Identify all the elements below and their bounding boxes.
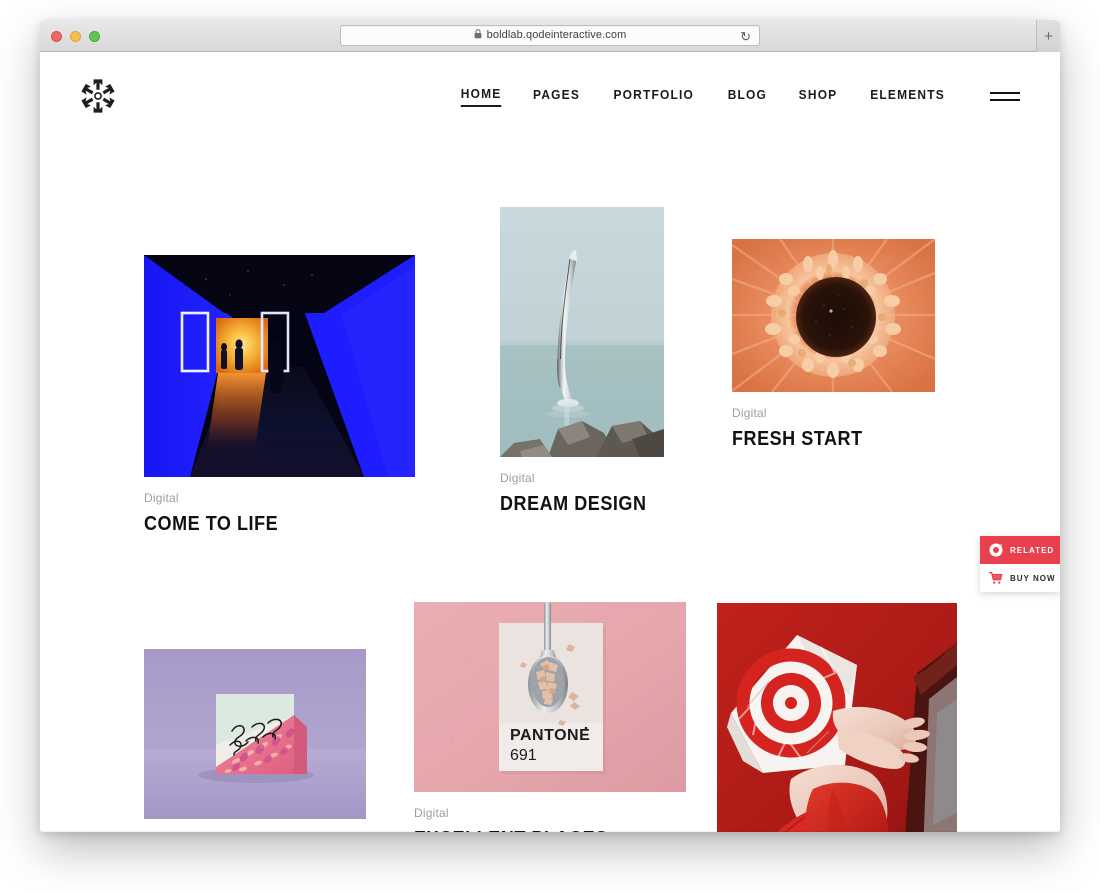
zoom-window-button[interactable]: [89, 31, 100, 42]
window-traffic-lights: [51, 31, 100, 42]
portfolio-title[interactable]: DREAM DESIGN: [500, 491, 648, 518]
pantone-691-spoon-pink-salt-image[interactable]: PANTONE 691: [414, 602, 686, 792]
portfolio-item-excellent-places[interactable]: PANTONE 691 Digital EXCELLENT PLA: [414, 602, 686, 832]
nav-item-shop[interactable]: SHOP: [798, 87, 837, 106]
reload-icon[interactable]: ↻: [740, 29, 751, 44]
portfolio-category: Digital: [500, 471, 535, 485]
related-button[interactable]: RELATED: [980, 536, 1060, 564]
portfolio-item-plan-the-highlife[interactable]: Digital PLAN THE HIGHLIFE: [144, 649, 366, 832]
portfolio-item-come-to-life[interactable]: Digital COME TO LIFE: [144, 255, 415, 538]
portfolio-item-fresh-start[interactable]: Digital FRESH START: [732, 239, 935, 453]
portfolio-item-red-target[interactable]: [717, 603, 957, 832]
hamburger-menu-icon[interactable]: [990, 88, 1020, 104]
website-viewport: HOME PAGES PORTFOLIO BLOG SHOP ELEMENTS: [40, 52, 1060, 832]
main-navigation: HOME PAGES PORTFOLIO BLOG SHOP ELEMENTS: [459, 86, 1020, 107]
url-text-wrap: boldlab.qodeinteractive.com: [474, 29, 627, 42]
buy-now-button[interactable]: BUY NOW: [980, 564, 1060, 592]
buy-now-label: BUY NOW: [1010, 573, 1056, 583]
blue-corridor-light-installation-image[interactable]: [144, 255, 415, 477]
side-sticky-widget: RELATED BUY NOW: [980, 536, 1060, 592]
nav-item-pages[interactable]: PAGES: [533, 87, 580, 106]
new-tab-button[interactable]: +: [1036, 20, 1060, 52]
portfolio-category: Digital: [144, 491, 179, 505]
record-target-icon: [989, 543, 1003, 557]
portfolio-title[interactable]: FRESH START: [732, 426, 915, 453]
lock-icon: [474, 29, 482, 42]
portfolio-caption: Digital FRESH START: [732, 392, 935, 453]
portfolio-category: Digital: [732, 406, 767, 420]
address-bar[interactable]: boldlab.qodeinteractive.com ↻: [340, 25, 760, 46]
nav-item-home[interactable]: HOME: [460, 86, 502, 107]
nav-item-elements[interactable]: ELEMENTS: [870, 87, 945, 106]
url-value: boldlab.qodeinteractive.com: [486, 29, 627, 41]
boldlab-snowflake-logo[interactable]: [78, 76, 118, 116]
portfolio-title[interactable]: COME TO LIFE: [144, 511, 388, 538]
screenshot-stage: boldlab.qodeinteractive.com ↻ + HOME PAG…: [0, 0, 1100, 894]
site-header: HOME PAGES PORTFOLIO BLOG SHOP ELEMENTS: [40, 52, 1060, 140]
nav-item-blog[interactable]: BLOG: [728, 87, 767, 106]
red-target-bag-portrait-image[interactable]: [717, 603, 957, 832]
svg-text:PANTONE: PANTONE: [510, 727, 590, 744]
snowflake-icon: [81, 79, 115, 113]
svg-text:691: 691: [510, 747, 537, 764]
browser-window: boldlab.qodeinteractive.com ↻ + HOME PAG…: [40, 20, 1060, 832]
portfolio-category: Digital: [414, 806, 449, 820]
viewport-bottom-edge: [40, 831, 1060, 832]
portfolio-caption: Digital COME TO LIFE: [144, 477, 415, 538]
portfolio-caption: Digital EXCELLENT PLACES: [414, 792, 686, 832]
close-window-button[interactable]: [51, 31, 62, 42]
browser-toolbar: boldlab.qodeinteractive.com ↻ +: [40, 20, 1060, 52]
related-label: RELATED: [1010, 545, 1055, 555]
orange-gerbera-flower-macro-image[interactable]: [732, 239, 935, 392]
nav-item-portfolio[interactable]: PORTFOLIO: [614, 87, 695, 106]
minimize-window-button[interactable]: [70, 31, 81, 42]
shopping-cart-icon: [989, 571, 1003, 584]
portfolio-item-dream-design[interactable]: Digital DREAM DESIGN: [500, 207, 664, 518]
portfolio-caption: Digital DREAM DESIGN: [500, 457, 664, 518]
floral-greeting-card-on-lavender-image[interactable]: [144, 649, 366, 819]
giant-fork-sculpture-in-lake-image[interactable]: [500, 207, 664, 457]
